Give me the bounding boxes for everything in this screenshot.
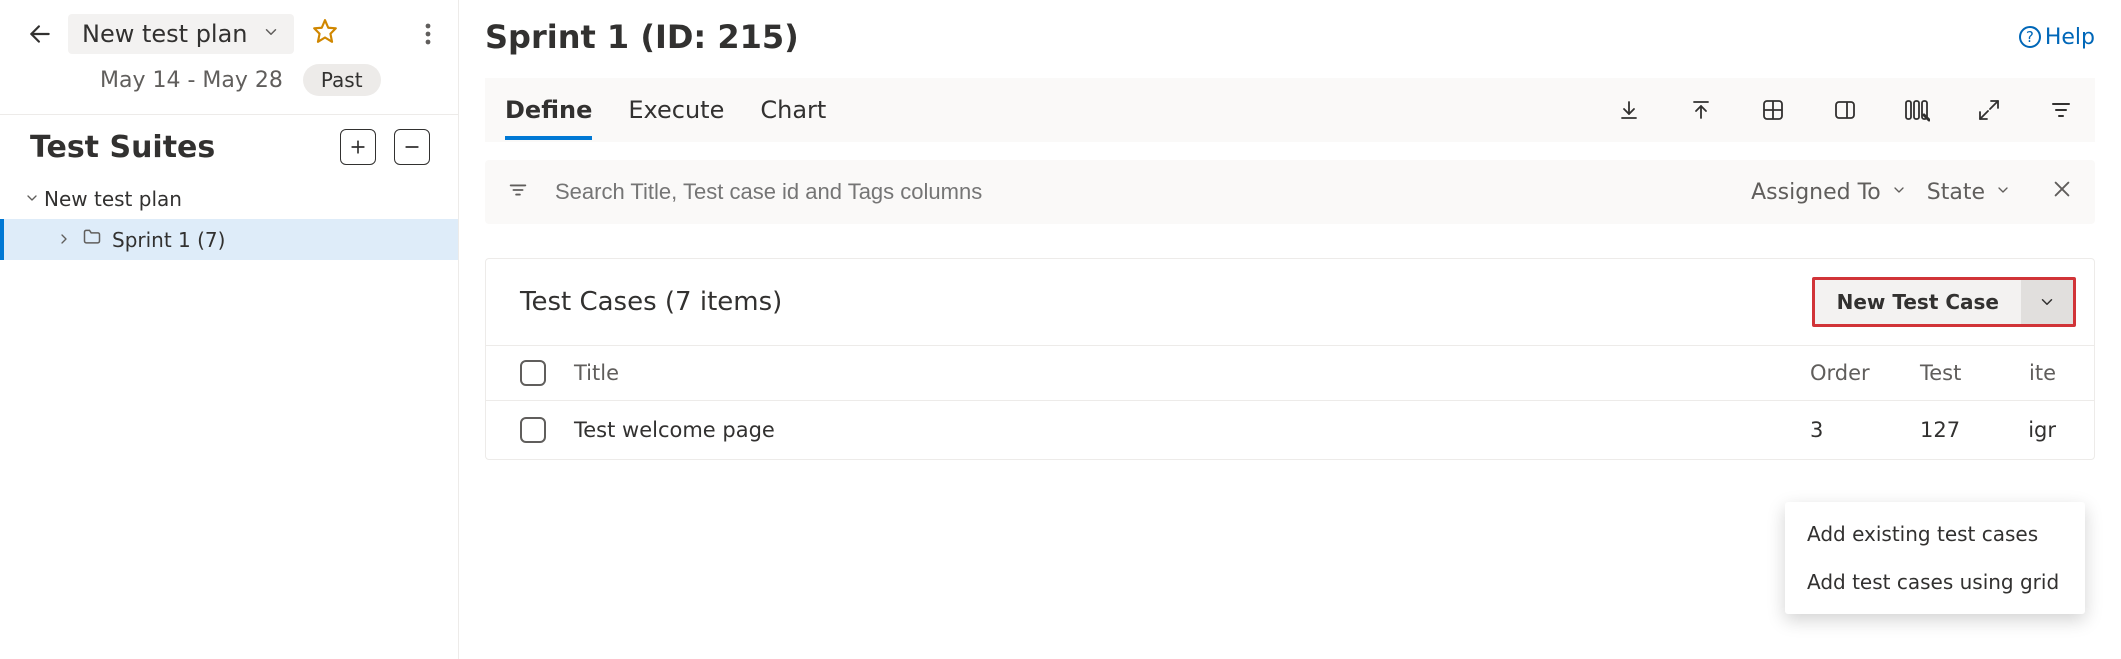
col-truncated[interactable]: ite — [2010, 361, 2060, 385]
import-upload-icon[interactable] — [1687, 98, 1715, 122]
folder-icon — [82, 227, 102, 252]
collapse-suite-button[interactable] — [394, 129, 430, 165]
tab-toolbar: Define Execute Chart — [485, 78, 2095, 142]
tree-root-label: New test plan — [44, 187, 182, 211]
assigned-to-filter[interactable]: Assigned To — [1751, 180, 1907, 205]
chevron-down-icon — [1891, 182, 1907, 203]
favorite-star-icon[interactable] — [312, 18, 338, 51]
tabs: Define Execute Chart — [505, 80, 826, 140]
state-filter[interactable]: State — [1927, 180, 2011, 205]
row-test: 127 — [1920, 418, 2010, 442]
plan-date-range: May 14 - May 28 — [100, 68, 283, 93]
back-arrow-icon[interactable] — [20, 14, 60, 54]
suites-header: Test Suites — [0, 115, 458, 169]
filter-lines-icon[interactable] — [507, 179, 529, 206]
test-plan-selector[interactable]: New test plan — [68, 14, 294, 54]
tree-child-label: Sprint 1 (7) — [112, 228, 225, 252]
tab-define[interactable]: Define — [505, 80, 592, 140]
help-link[interactable]: ? Help — [2019, 25, 2095, 50]
help-icon: ? — [2019, 26, 2041, 48]
tab-execute[interactable]: Execute — [628, 80, 724, 140]
plan-status-badge: Past — [303, 64, 381, 96]
more-options-icon[interactable] — [408, 14, 448, 54]
clear-filter-icon[interactable] — [2051, 178, 2073, 206]
state-label: State — [1927, 180, 1985, 205]
row-truncated: igr — [2010, 418, 2060, 442]
row-title: Test welcome page — [574, 418, 1810, 442]
new-test-case-menu: Add existing test cases Add test cases u… — [1785, 502, 2085, 614]
test-plan-name: New test plan — [82, 20, 248, 48]
new-test-case-split-button: New Test Case — [1812, 277, 2076, 327]
plan-date-row: May 14 - May 28 Past — [0, 54, 458, 115]
col-title[interactable]: Title — [574, 361, 1810, 385]
header-row: Sprint 1 (ID: 215) ? Help — [485, 18, 2095, 56]
search-filter-bar: Assigned To State — [485, 160, 2095, 224]
new-test-case-button[interactable]: New Test Case — [1815, 280, 2021, 324]
export-download-icon[interactable] — [1615, 98, 1643, 122]
chevron-down-icon — [1995, 182, 2011, 203]
grid-heading: Test Cases (7 items) — [520, 287, 782, 317]
new-test-case-dropdown[interactable] — [2021, 280, 2073, 324]
tree-root[interactable]: New test plan — [0, 179, 458, 219]
column-options-icon[interactable] — [1903, 98, 1931, 122]
menu-add-existing[interactable]: Add existing test cases — [1785, 510, 2085, 558]
tree-child-selected[interactable]: Sprint 1 (7) — [0, 219, 458, 260]
grid-column-headers: Title Order Test ite — [486, 345, 2094, 401]
side-panel-icon[interactable] — [1831, 98, 1859, 122]
menu-add-grid[interactable]: Add test cases using grid — [1785, 558, 2085, 606]
row-checkbox[interactable] — [520, 417, 546, 443]
chevron-right-icon — [52, 228, 76, 252]
add-suite-button[interactable] — [340, 129, 376, 165]
test-cases-grid: Test Cases (7 items) New Test Case Title… — [485, 258, 2095, 460]
plan-header: New test plan — [0, 0, 458, 54]
search-input[interactable] — [553, 178, 1731, 206]
grid-header: Test Cases (7 items) New Test Case — [486, 259, 2094, 345]
tab-chart[interactable]: Chart — [760, 80, 826, 140]
row-order: 3 — [1810, 418, 1920, 442]
col-test[interactable]: Test — [1920, 361, 2010, 385]
help-label: Help — [2045, 25, 2095, 50]
main-panel: Sprint 1 (ID: 215) ? Help Define Execute… — [459, 0, 2121, 659]
assigned-to-label: Assigned To — [1751, 180, 1881, 205]
suites-tree: New test plan Sprint 1 (7) — [0, 169, 458, 270]
chevron-down-icon — [262, 22, 280, 46]
col-order[interactable]: Order — [1810, 361, 1920, 385]
toolbar-icons — [1615, 98, 2075, 122]
table-row[interactable]: Test welcome page 3 127 igr — [486, 401, 2094, 459]
grid-view-icon[interactable] — [1759, 98, 1787, 122]
fullscreen-icon[interactable] — [1975, 98, 2003, 122]
page-title: Sprint 1 (ID: 215) — [485, 18, 799, 56]
suites-heading: Test Suites — [30, 130, 322, 165]
select-all-checkbox[interactable] — [520, 360, 546, 386]
chevron-down-icon — [20, 187, 44, 211]
sidebar: New test plan May 14 - May 28 Past Test … — [0, 0, 459, 659]
filter-icon[interactable] — [2047, 98, 2075, 122]
